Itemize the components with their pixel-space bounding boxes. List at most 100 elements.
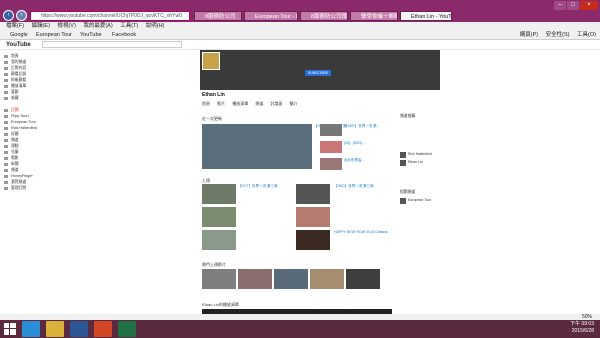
video-thumb[interactable]: [274, 269, 308, 289]
tab-4[interactable]: 醫學會議＋郵購報＋醫療文章: [350, 11, 398, 21]
word-icon[interactable]: [70, 321, 88, 337]
fav-google[interactable]: Google: [10, 31, 28, 40]
sidebar-item[interactable]: 喜歡: [4, 90, 19, 95]
youtube-logo[interactable]: YouTube: [6, 42, 31, 48]
related-channel[interactable]: European Tour: [408, 198, 431, 202]
sidebar-item[interactable]: 頻道: [4, 168, 19, 173]
logo-text: YouTube: [6, 42, 31, 48]
featured-video-thumb[interactable]: [202, 124, 312, 169]
maximize-button[interactable]: □: [567, 1, 579, 10]
video-title[interactable]: 【SKD】世界一流 第三局: [334, 184, 374, 189]
video-title[interactable]: 【DVT】世界一流 第三局: [238, 184, 278, 189]
video-title[interactable]: 【SKD】世界一流 第...: [344, 124, 394, 129]
menu-tools[interactable]: 工具(T): [120, 23, 138, 29]
explorer-icon[interactable]: [46, 321, 64, 337]
video-thumb[interactable]: [202, 184, 236, 204]
video-title[interactable]: 台北世界盃...: [344, 158, 394, 163]
close-button[interactable]: ×: [580, 1, 598, 10]
video-thumb[interactable]: [296, 207, 330, 227]
subscribe-button[interactable]: SUBSCRIBE: [305, 70, 331, 76]
channel-name: Ethan Lin: [202, 92, 225, 98]
video-thumb[interactable]: [320, 124, 342, 136]
sidebar-item[interactable]: 收藏: [4, 96, 19, 101]
video-thumb[interactable]: [202, 207, 236, 227]
sidebar-item[interactable]: 播放清單: [4, 84, 26, 89]
related-channel[interactable]: Rick Hattenfeld: [408, 152, 432, 156]
channel-avatar: [202, 52, 220, 70]
channel-icon[interactable]: [400, 160, 406, 166]
related-channel[interactable]: Ethan Lin: [408, 160, 423, 164]
sidebar-item[interactable]: Rick Hattenfeld: [4, 126, 37, 130]
video-thumb[interactable]: [320, 141, 342, 153]
menu-edit[interactable]: 編輯(E): [32, 23, 50, 29]
back-button[interactable]: ‹: [3, 10, 14, 21]
powerpoint-icon[interactable]: [94, 321, 112, 337]
sidebar-item[interactable]: 訂閱內容: [4, 66, 26, 71]
right-title: 相關頻道: [400, 190, 416, 194]
start-button[interactable]: [4, 323, 16, 335]
fav-youtube[interactable]: YouTube: [80, 31, 102, 40]
video-thumb[interactable]: [320, 158, 342, 170]
sidebar-item[interactable]: 我的頻道: [4, 60, 26, 65]
channel-icon[interactable]: [400, 198, 406, 204]
tab-active[interactable]: Ethan Lin - YouTube: [400, 11, 452, 21]
system-clock[interactable]: 下午 09:03 2015/6/28: [570, 321, 594, 335]
sidebar-item[interactable]: 頻道: [4, 138, 19, 143]
video-title[interactable]: [20]...[SKD]...: [344, 141, 394, 145]
sidebar-item[interactable]: 訂閱: [4, 108, 19, 113]
tab-2[interactable]: European Tour - DD REAL...: [244, 11, 298, 21]
cmd-tools[interactable]: 工具(O): [577, 32, 596, 38]
video-thumb[interactable]: [202, 269, 236, 289]
tab-channels[interactable]: 頻道: [255, 101, 263, 106]
sidebar-item[interactable]: 兒童: [4, 150, 19, 155]
sidebar-item[interactable]: 運動: [4, 144, 19, 149]
minimize-button[interactable]: –: [554, 1, 566, 10]
ie-icon[interactable]: [22, 321, 40, 337]
search-input[interactable]: [42, 41, 182, 48]
video-thumb[interactable]: [202, 230, 236, 250]
menu-help[interactable]: 說明(H): [146, 23, 165, 29]
fav-facebook[interactable]: Facebook: [112, 31, 136, 40]
windows-taskbar: [0, 320, 600, 338]
tab-discussion[interactable]: 討論區: [271, 101, 283, 106]
cmd-safety[interactable]: 安全性(S): [546, 32, 570, 38]
tab-about[interactable]: 簡介: [290, 101, 298, 106]
menu-view[interactable]: 檢視(V): [57, 23, 75, 29]
cmd-page[interactable]: 網頁(P): [520, 32, 538, 38]
sidebar-item[interactable]: European Tour: [4, 120, 36, 124]
tab-videos[interactable]: 影片: [217, 101, 225, 106]
tab-playlists[interactable]: 播放清單: [232, 101, 248, 106]
clock-date: 2015/6/28: [571, 328, 594, 334]
video-thumb[interactable]: [310, 269, 344, 289]
excel-icon[interactable]: [118, 321, 136, 337]
forward-button[interactable]: ›: [16, 10, 27, 21]
menu-file[interactable]: 檔案(F): [6, 23, 24, 29]
sidebar-item[interactable]: 觀看記錄: [4, 72, 26, 77]
video-thumb[interactable]: [296, 184, 330, 204]
section-popular: 熱門上傳影片: [202, 262, 226, 267]
sidebar-item[interactable]: 新聞: [4, 162, 19, 167]
tab-3[interactable]: 8服務防公司傳給：燒餅軒 #P...: [300, 11, 348, 21]
sidebar-item[interactable]: Flipp Tourt: [4, 114, 29, 118]
sidebar-item[interactable]: HoneyPlayer: [4, 174, 33, 178]
video-title[interactable]: HAPPY NEW YEAR 2015 Cabana...: [334, 230, 392, 234]
sidebar-item[interactable]: 好聽: [4, 132, 19, 137]
section-recent: 近一次更新: [202, 116, 222, 121]
address-bar[interactable]: https://www.youtube.com/channel/UChj7P0D…: [30, 11, 190, 21]
sidebar-item[interactable]: 稍後觀看: [4, 78, 26, 83]
video-thumb[interactable]: [238, 269, 272, 289]
favorites-bar: Google European Tour YouTube Facebook: [0, 31, 600, 40]
video-thumb[interactable]: [296, 230, 330, 250]
video-thumb[interactable]: [346, 269, 380, 289]
sidebar-item[interactable]: 管理訂閱: [4, 186, 26, 191]
sidebar-item[interactable]: 電影: [4, 156, 19, 161]
tab-1[interactable]: 8服務防公司: [194, 11, 242, 21]
window-controls: – □ ×: [554, 1, 598, 10]
menu-favorites[interactable]: 我的最愛(A): [83, 23, 112, 29]
channel-icon[interactable]: [400, 152, 406, 158]
command-bar: 網頁(P) 安全性(S) 工具(O): [514, 31, 596, 40]
sidebar-item[interactable]: 首頁: [4, 54, 19, 59]
sidebar-item[interactable]: 瀏覽頻道: [4, 180, 26, 185]
fav-european-tour[interactable]: European Tour: [36, 31, 72, 40]
tab-home[interactable]: 首頁: [202, 101, 210, 106]
